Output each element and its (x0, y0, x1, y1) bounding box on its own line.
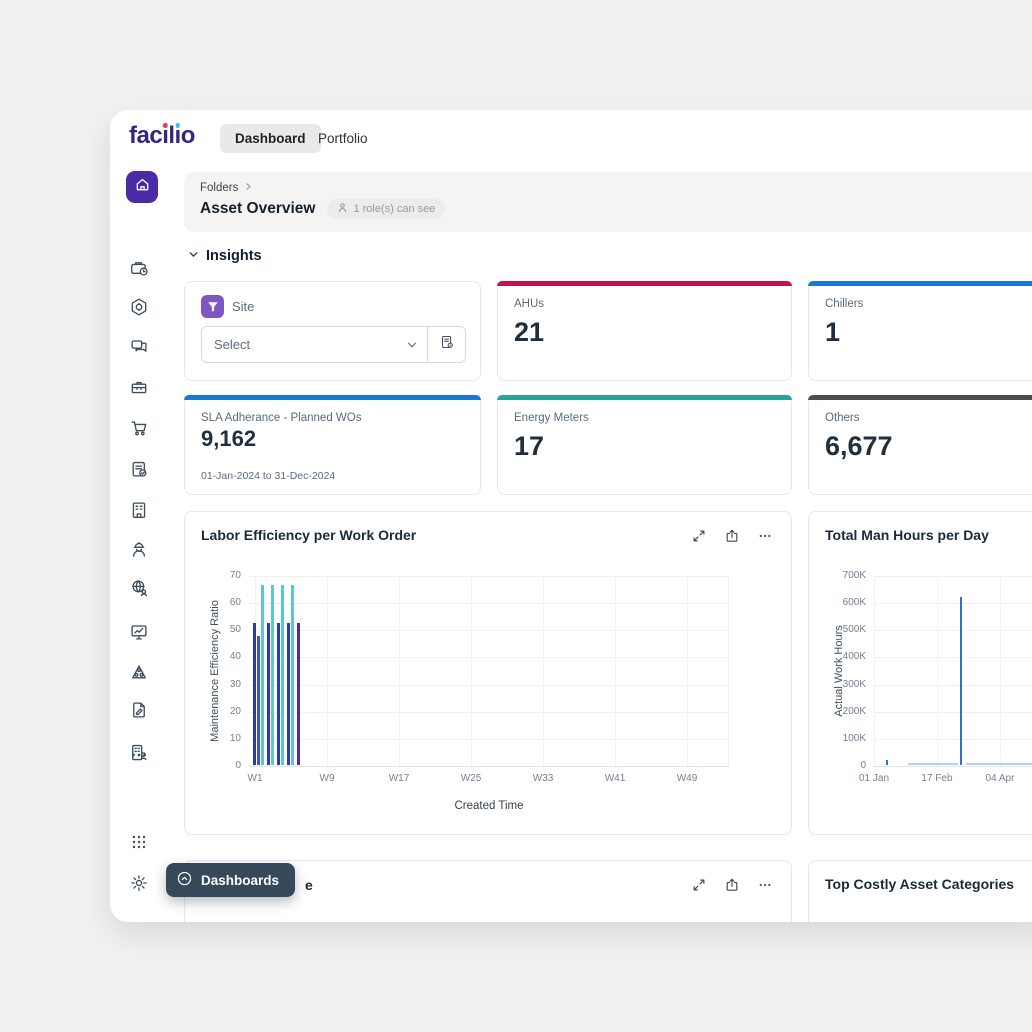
y-axis-label: Actual Work Hours (833, 625, 845, 717)
chevron-up-circle-icon (176, 870, 193, 890)
sidebar-item-facilities[interactable] (129, 500, 149, 520)
more-options-icon[interactable] (757, 877, 773, 898)
breadcrumb: Folders (200, 182, 253, 194)
expand-icon[interactable] (691, 877, 707, 898)
stat-card-ahus: AHUs 21 (497, 281, 792, 381)
team-pyramid-icon (129, 662, 149, 682)
person-icon (337, 202, 348, 216)
card-accent (808, 395, 1032, 400)
stat-card-energy-meters: Energy Meters 17 (497, 395, 792, 495)
tab-portfolio[interactable]: Portfolio (318, 124, 368, 153)
settings-gear-icon (129, 873, 149, 893)
labor-efficiency-plot: 010203040506070W1W9W17W25W33W41W49 (249, 576, 729, 766)
stat-card-chillers: Chillers 1 (808, 281, 1032, 381)
hexagon-gear-icon (129, 297, 149, 317)
stat-card-sla: SLA Adherance - Planned WOs 9,162 01-Jan… (184, 395, 481, 495)
sidebar-item-documents[interactable] (129, 700, 149, 720)
sidebar-item-inventory[interactable] (129, 377, 149, 397)
x-axis-label: Created Time (249, 800, 729, 812)
export-icon[interactable] (724, 528, 740, 549)
cart-icon (129, 418, 149, 438)
select-placeholder: Select (202, 337, 397, 352)
chat-icon (129, 337, 149, 357)
app-window: facılıo Dashboard Portfolio Folders (110, 110, 1032, 922)
chart-title: Labor Efficiency per Work Order (201, 527, 416, 543)
document-edit-icon (129, 700, 149, 720)
facilio-logo[interactable]: facılıo (129, 122, 195, 150)
stat-value: 17 (514, 431, 544, 462)
sidebar-item-modules[interactable] (129, 297, 149, 317)
sidebar-item-workforce[interactable] (129, 539, 149, 559)
sidebar-item-messages[interactable] (129, 337, 149, 357)
chart-title: Top Costly Asset Categories (825, 876, 1014, 892)
chart-title-partial: e (305, 877, 313, 893)
site-select[interactable]: Select (201, 326, 466, 363)
insights-section-toggle[interactable]: Insights (188, 248, 262, 264)
man-hours-chart-card: Total Man Hours per Day Actual Work Hour… (808, 511, 1032, 835)
sidebar-item-tasks[interactable] (129, 459, 149, 479)
labor-efficiency-chart-card: Labor Efficiency per Work Order Maintena… (184, 511, 792, 835)
card-accent (184, 395, 481, 400)
stat-date-range: 01-Jan-2024 to 31-Dec-2024 (201, 470, 335, 482)
briefcase-clock-icon (129, 258, 149, 278)
stat-label: Chillers (825, 298, 863, 310)
breadcrumb-panel: Folders Asset Overview 1 role(s) can see (184, 172, 1032, 232)
sidebar-item-analytics[interactable] (129, 622, 149, 642)
apps-grid-icon (129, 832, 149, 852)
stat-label: Others (825, 412, 860, 424)
sidebar-item-procurement[interactable] (129, 418, 149, 438)
export-icon[interactable] (724, 877, 740, 898)
tab-dashboard[interactable]: Dashboard (220, 124, 321, 153)
stat-label: Energy Meters (514, 412, 589, 424)
sidebar-more[interactable] (129, 745, 149, 765)
package-icon (129, 377, 149, 397)
globe-user-icon (129, 578, 149, 598)
chevron-down-icon (188, 248, 199, 264)
worker-helmet-icon (129, 539, 149, 559)
document-eye-icon (439, 334, 455, 355)
site-filter-card: Site Select (184, 281, 481, 381)
ellipsis-icon (129, 745, 149, 765)
chevron-right-icon (244, 182, 253, 194)
card-accent (808, 281, 1032, 286)
sidebar-settings[interactable] (129, 873, 149, 893)
dashboards-button[interactable]: Dashboards (166, 863, 295, 897)
logo-dot-red (163, 123, 168, 128)
man-hours-plot: 0100K200K300K400K500K600K700K01 Jan17 Fe… (874, 576, 1032, 766)
stat-value: 9,162 (201, 426, 256, 452)
desktop-background: facılıo Dashboard Portfolio Folders (0, 0, 1032, 1032)
card-accent (497, 281, 792, 286)
sidebar-apps[interactable] (129, 832, 149, 852)
chevron-down-icon (397, 339, 427, 351)
filter-icon (201, 295, 224, 318)
sidebar-item-community[interactable] (129, 578, 149, 598)
saved-views-button[interactable] (427, 327, 465, 362)
card-accent (497, 395, 792, 400)
y-axis-label: Maintenance Efficiency Ratio (209, 600, 221, 742)
top-costly-assets-card: Top Costly Asset Categories (808, 860, 1032, 922)
sidebar-item-assets[interactable] (129, 258, 149, 278)
stat-card-others: Others 6,677 (808, 395, 1032, 495)
chart-title: Total Man Hours per Day (825, 527, 989, 543)
stat-value: 21 (514, 317, 544, 348)
roles-badge[interactable]: 1 role(s) can see (327, 199, 445, 219)
stat-value: 1 (825, 317, 840, 348)
monitor-chart-icon (129, 622, 149, 642)
sidebar-item-home[interactable] (126, 171, 158, 203)
building-icon (129, 500, 149, 520)
stat-value: 6,677 (825, 431, 893, 462)
page-title: Asset Overview (200, 200, 315, 218)
expand-icon[interactable] (691, 528, 707, 549)
clipboard-check-icon (129, 459, 149, 479)
home-icon (134, 176, 151, 198)
more-options-icon[interactable] (757, 528, 773, 549)
stat-label: SLA Adherance - Planned WOs (201, 412, 361, 424)
filter-label: Site (232, 299, 254, 314)
stat-label: AHUs (514, 298, 544, 310)
sidebar-item-teams[interactable] (129, 662, 149, 682)
breadcrumb-folders[interactable]: Folders (200, 182, 238, 194)
logo-dot-blue (175, 123, 180, 128)
